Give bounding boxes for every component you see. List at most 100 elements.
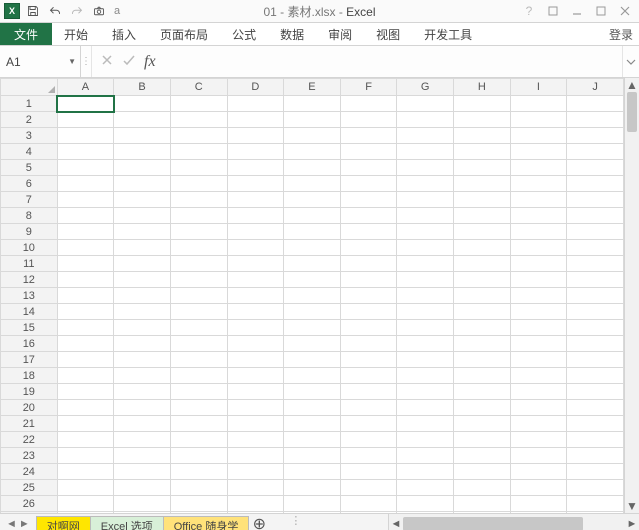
cell-B17[interactable] [114, 352, 171, 368]
cell-E1[interactable] [284, 96, 341, 112]
cell-I26[interactable] [510, 496, 567, 512]
cell-H16[interactable] [454, 336, 511, 352]
row-header-18[interactable]: 18 [1, 368, 58, 384]
cell-C10[interactable] [170, 240, 227, 256]
cell-I10[interactable] [510, 240, 567, 256]
cell-H22[interactable] [454, 432, 511, 448]
row-header-1[interactable]: 1 [1, 96, 58, 112]
cell-I21[interactable] [510, 416, 567, 432]
row-header-12[interactable]: 12 [1, 272, 58, 288]
cell-F5[interactable] [340, 160, 397, 176]
cell-I11[interactable] [510, 256, 567, 272]
cell-H6[interactable] [454, 176, 511, 192]
scroll-left-button[interactable]: ◄ [389, 518, 403, 530]
cell-J17[interactable] [567, 352, 624, 368]
cell-G10[interactable] [397, 240, 454, 256]
formula-input[interactable] [164, 46, 622, 77]
row-header-10[interactable]: 10 [1, 240, 58, 256]
cell-J21[interactable] [567, 416, 624, 432]
cell-F26[interactable] [340, 496, 397, 512]
row-header-26[interactable]: 26 [1, 496, 58, 512]
row-header-17[interactable]: 17 [1, 352, 58, 368]
cell-B14[interactable] [114, 304, 171, 320]
cell-A16[interactable] [57, 336, 114, 352]
cell-E14[interactable] [284, 304, 341, 320]
cell-C19[interactable] [170, 384, 227, 400]
cell-J7[interactable] [567, 192, 624, 208]
tab-7[interactable]: 开发工具 [412, 23, 484, 45]
cell-G14[interactable] [397, 304, 454, 320]
cell-H4[interactable] [454, 144, 511, 160]
row-header-19[interactable]: 19 [1, 384, 58, 400]
cell-B13[interactable] [114, 288, 171, 304]
cell-G24[interactable] [397, 464, 454, 480]
row-header-24[interactable]: 24 [1, 464, 58, 480]
cell-F22[interactable] [340, 432, 397, 448]
cell-C16[interactable] [170, 336, 227, 352]
cell-H7[interactable] [454, 192, 511, 208]
cell-F10[interactable] [340, 240, 397, 256]
cell-B24[interactable] [114, 464, 171, 480]
cell-D17[interactable] [227, 352, 284, 368]
row-header-9[interactable]: 9 [1, 224, 58, 240]
cell-F18[interactable] [340, 368, 397, 384]
cell-E2[interactable] [284, 112, 341, 128]
cell-C2[interactable] [170, 112, 227, 128]
row-header-22[interactable]: 22 [1, 432, 58, 448]
scroll-up-button[interactable]: ▲ [625, 78, 639, 92]
cell-J2[interactable] [567, 112, 624, 128]
cell-A20[interactable] [57, 400, 114, 416]
cell-I17[interactable] [510, 352, 567, 368]
cell-F1[interactable] [340, 96, 397, 112]
cell-G19[interactable] [397, 384, 454, 400]
cell-I19[interactable] [510, 384, 567, 400]
cell-D19[interactable] [227, 384, 284, 400]
cell-D22[interactable] [227, 432, 284, 448]
cell-C20[interactable] [170, 400, 227, 416]
row-header-3[interactable]: 3 [1, 128, 58, 144]
camera-button[interactable] [90, 2, 108, 20]
cell-E9[interactable] [284, 224, 341, 240]
cell-F17[interactable] [340, 352, 397, 368]
cell-F24[interactable] [340, 464, 397, 480]
sheet-tab-2[interactable]: Office 随身学 [163, 516, 250, 530]
cell-H9[interactable] [454, 224, 511, 240]
name-box[interactable]: A1 ▼ [0, 46, 81, 77]
cell-G1[interactable] [397, 96, 454, 112]
cell-C13[interactable] [170, 288, 227, 304]
cell-B3[interactable] [114, 128, 171, 144]
cell-H14[interactable] [454, 304, 511, 320]
cell-A25[interactable] [57, 480, 114, 496]
cell-E23[interactable] [284, 448, 341, 464]
scroll-track[interactable] [625, 92, 639, 499]
cell-I15[interactable] [510, 320, 567, 336]
cell-H25[interactable] [454, 480, 511, 496]
cell-G21[interactable] [397, 416, 454, 432]
cell-J16[interactable] [567, 336, 624, 352]
cell-J3[interactable] [567, 128, 624, 144]
cell-C21[interactable] [170, 416, 227, 432]
cell-D20[interactable] [227, 400, 284, 416]
ribbon-options-button[interactable] [541, 1, 565, 21]
cell-E10[interactable] [284, 240, 341, 256]
cell-J20[interactable] [567, 400, 624, 416]
cell-C14[interactable] [170, 304, 227, 320]
cell-I3[interactable] [510, 128, 567, 144]
cell-A17[interactable] [57, 352, 114, 368]
cell-B18[interactable] [114, 368, 171, 384]
row-header-14[interactable]: 14 [1, 304, 58, 320]
col-header-I[interactable]: I [510, 79, 567, 96]
cell-H8[interactable] [454, 208, 511, 224]
tab-nav-prev[interactable]: ◄ [6, 518, 17, 530]
col-header-F[interactable]: F [340, 79, 397, 96]
cell-D6[interactable] [227, 176, 284, 192]
cell-A7[interactable] [57, 192, 114, 208]
cell-D21[interactable] [227, 416, 284, 432]
sheet-tab-1[interactable]: Excel 选项 [90, 516, 164, 530]
cell-D18[interactable] [227, 368, 284, 384]
row-header-15[interactable]: 15 [1, 320, 58, 336]
cell-A10[interactable] [57, 240, 114, 256]
tab-0[interactable]: 开始 [52, 23, 100, 45]
cell-I13[interactable] [510, 288, 567, 304]
cell-B10[interactable] [114, 240, 171, 256]
